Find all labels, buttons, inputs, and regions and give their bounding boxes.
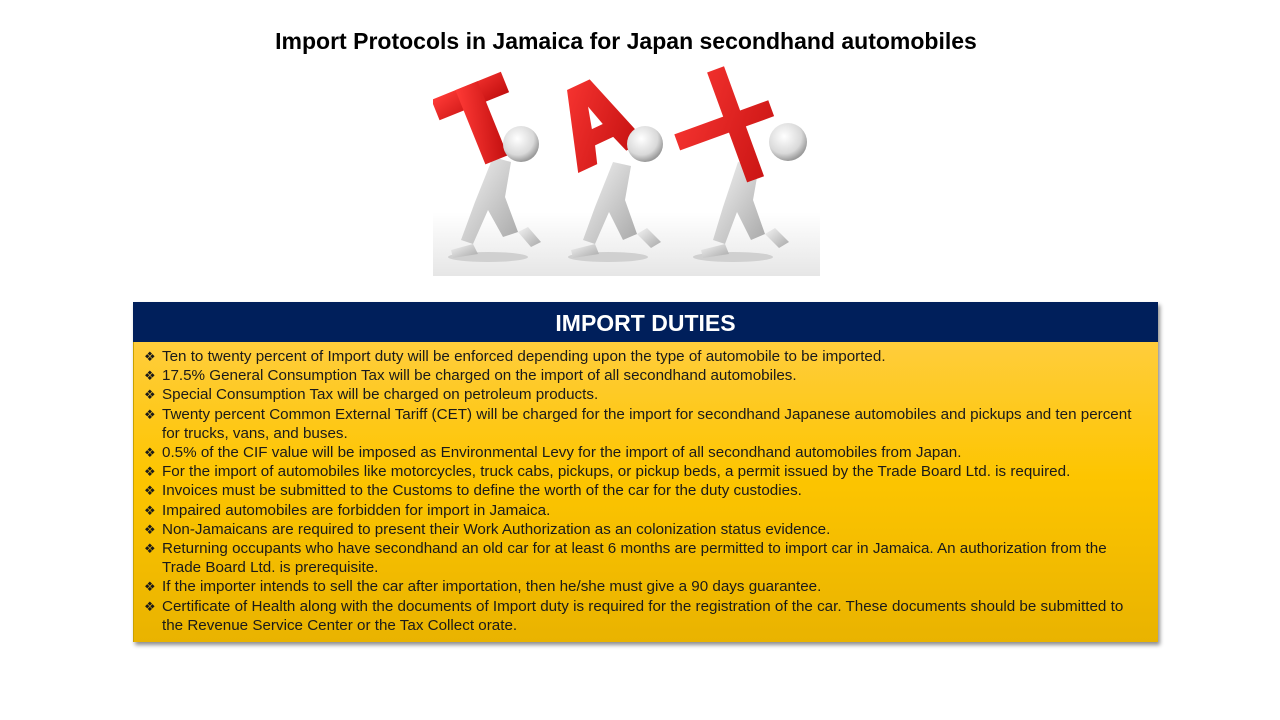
duty-item-text: Ten to twenty percent of Import duty wil… <box>162 348 886 365</box>
duties-list: ❖ Ten to twenty percent of Import duty wi… <box>144 347 1138 635</box>
duty-item: ❖ Invoices must be submitted to the Custo… <box>144 481 1138 500</box>
diamond-bullet-icon: ❖ <box>144 349 156 364</box>
duty-item-text: For the import of automobiles like motor… <box>162 463 1071 481</box>
import-duties-panel: IMPORT DUTIES ❖ Ten to twenty percent of … <box>133 302 1158 642</box>
duty-item-text: Twenty percent Common External Tariff (C… <box>162 405 1132 442</box>
duty-item-text: Impaired automobiles are forbidden for i… <box>162 501 551 519</box>
diamond-bullet-icon: ❖ <box>144 445 156 461</box>
duty-item: ❖ Ten to twenty percent of Import duty wi… <box>144 347 1138 366</box>
duty-item-text: If the importer intends to sell the car … <box>162 578 822 596</box>
diamond-bullet-icon: ❖ <box>144 387 156 403</box>
diamond-bullet-icon: ❖ <box>144 579 156 595</box>
diamond-bullet-icon: ❖ <box>144 464 156 480</box>
duty-item: ❖ Returning occupants who have secondhand… <box>144 539 1138 577</box>
tax-figures-image <box>431 66 820 276</box>
duty-item: ❖ Impaired automobiles are forbidden for … <box>144 501 1138 520</box>
duty-item: ❖ If the importer intends to sell the car… <box>144 577 1138 596</box>
panel-heading: IMPORT DUTIES <box>133 302 1158 342</box>
duty-item-text: Special Consumption Tax will be charged … <box>162 386 599 404</box>
duty-item: ❖ 17.5% General Consumption Tax will be c… <box>144 366 1138 385</box>
duty-item-text: Invoices must be submitted to the Custom… <box>162 482 802 500</box>
diamond-bullet-icon: ❖ <box>144 541 156 557</box>
diamond-bullet-icon: ❖ <box>144 598 156 614</box>
diamond-bullet-icon: ❖ <box>144 483 156 499</box>
duty-item-text: Certificate of Health along with the doc… <box>162 597 1124 634</box>
diamond-bullet-icon: ❖ <box>144 502 156 518</box>
duty-item: ❖ Twenty percent Common External Tariff (… <box>144 405 1138 443</box>
panel-body: ❖ Ten to twenty percent of Import duty wi… <box>133 342 1158 642</box>
page-title: Import Protocols in Jamaica for Japan se… <box>275 28 977 54</box>
duty-item: ❖ Non-Jamaicans are required to present t… <box>144 520 1138 539</box>
diamond-bullet-icon: ❖ <box>144 368 156 384</box>
duty-item: ❖ For the import of automobiles like moto… <box>144 462 1138 481</box>
diamond-bullet-icon: ❖ <box>144 406 156 422</box>
duty-item: ❖ Certificate of Health along with the do… <box>144 597 1138 635</box>
duty-item-text: 0.5% of the CIF value will be imposed as… <box>162 444 962 462</box>
duty-item-text: Returning occupants who have secondhand … <box>162 540 1107 577</box>
tax-illustration <box>431 62 820 276</box>
duty-item: ❖ 0.5% of the CIF value will be imposed a… <box>144 443 1138 462</box>
duty-item-text: 17.5% General Consumption Tax will be ch… <box>162 367 797 385</box>
duty-item-text: Non-Jamaicans are required to present th… <box>162 520 831 538</box>
duty-item: ❖ Special Consumption Tax will be charged… <box>144 385 1138 404</box>
diamond-bullet-icon: ❖ <box>144 521 156 537</box>
